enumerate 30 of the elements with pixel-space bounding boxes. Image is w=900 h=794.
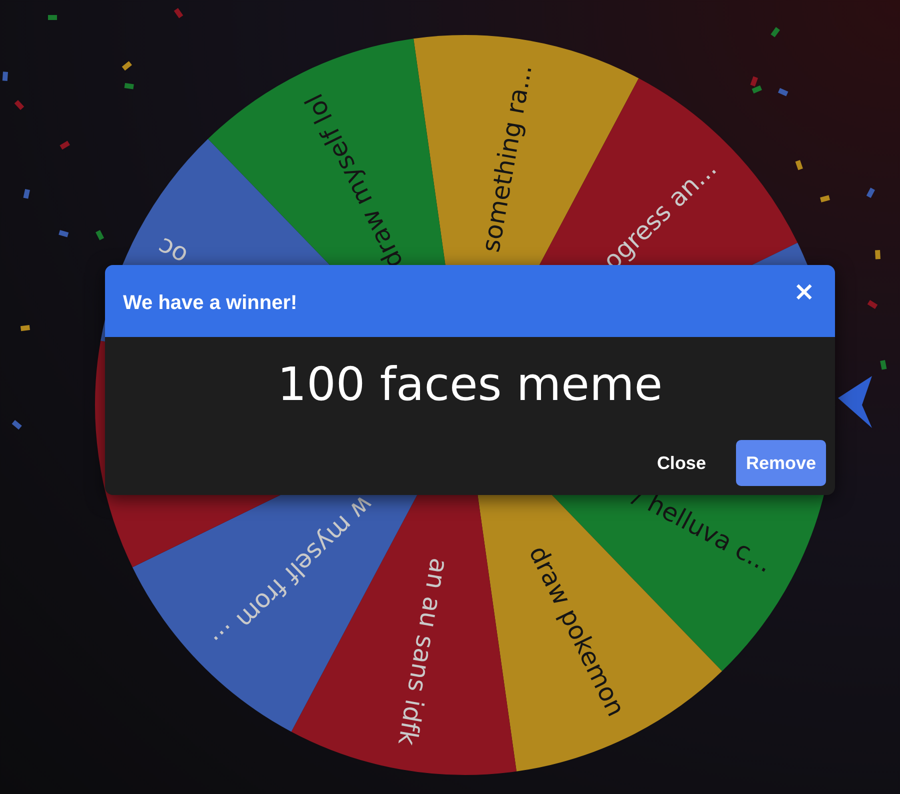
confetti-piece [820,195,830,202]
pointer-icon [838,376,872,428]
confetti-piece [752,85,762,94]
confetti-piece [122,61,132,71]
confetti-piece [875,250,880,260]
winner-text: 100 faces meme [276,357,664,411]
confetti-piece [770,27,780,38]
confetti-piece [795,160,803,170]
dialog-title: We have a winner! [123,292,298,314]
confetti-piece [23,188,30,199]
confetti-piece [866,188,875,198]
remove-button[interactable]: Remove [736,440,826,486]
confetti-piece [58,230,69,238]
confetti-piece [2,72,8,81]
segment-label: an au sans idfk [392,556,454,748]
confetti-piece [174,8,184,18]
confetti-piece [14,100,24,110]
confetti-piece [60,140,70,150]
confetti-piece [880,360,887,370]
confetti-piece [96,230,104,240]
confetti-piece [778,88,788,96]
segment-label: something ra... [476,62,538,254]
close-button[interactable]: Close [646,440,716,486]
confetti-piece [12,420,22,430]
confetti-piece [20,325,30,332]
confetti-piece [867,300,878,309]
segment-label: oc [152,232,192,271]
confetti-piece [124,83,134,90]
confetti-piece [48,15,57,20]
close-button[interactable]: × [791,279,817,305]
